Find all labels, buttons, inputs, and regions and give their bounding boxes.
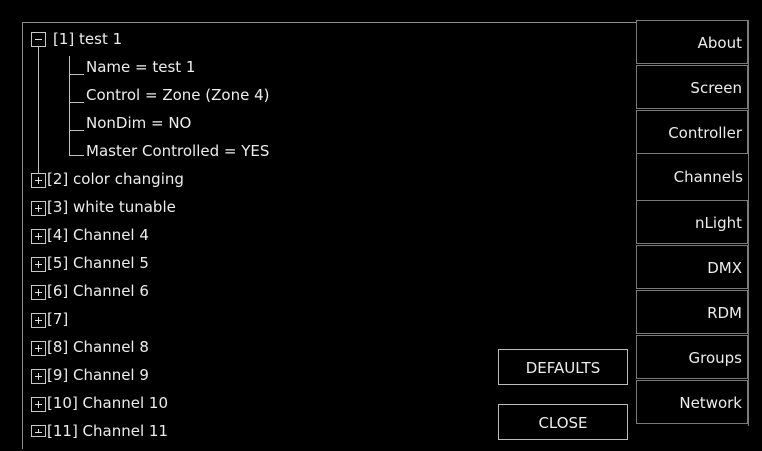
tree-leaf-nondim[interactable]: NonDim = NO <box>86 112 191 134</box>
tab-controller[interactable]: Controller <box>636 110 748 154</box>
tree-connector <box>38 47 39 173</box>
tree-node-4[interactable]: [4] Channel 4 <box>47 224 149 246</box>
expand-toggle-icon[interactable] <box>31 257 46 272</box>
tree-node-8[interactable]: [8] Channel 8 <box>47 336 149 358</box>
tree-connector <box>69 56 70 155</box>
expand-toggle-icon[interactable] <box>31 425 46 437</box>
tab-channels[interactable]: Channels <box>636 155 748 199</box>
tab-screen[interactable]: Screen <box>636 65 748 109</box>
tree-node-9[interactable]: [9] Channel 9 <box>47 364 149 386</box>
tab-nlight[interactable]: nLight <box>636 200 748 244</box>
tree-leaf-name[interactable]: Name = test 1 <box>86 56 195 78</box>
expand-toggle-icon[interactable] <box>31 201 46 216</box>
tab-rdm[interactable]: RDM <box>636 290 748 334</box>
collapse-toggle-icon[interactable] <box>31 32 46 47</box>
defaults-button[interactable]: DEFAULTS <box>498 349 628 385</box>
tree-node-5[interactable]: [5] Channel 5 <box>47 252 149 274</box>
tree-connector <box>69 155 84 156</box>
tree-leaf-control[interactable]: Control = Zone (Zone 4) <box>86 84 270 106</box>
tree-leaf-master-controlled[interactable]: Master Controlled = YES <box>86 140 269 162</box>
tab-about[interactable]: About <box>636 20 748 64</box>
expand-toggle-icon[interactable] <box>31 173 46 188</box>
expand-toggle-icon[interactable] <box>31 341 46 356</box>
tree-node-1[interactable]: [1] test 1 <box>53 28 122 50</box>
tree-node-3[interactable]: [3] white tunable <box>47 196 176 218</box>
tree-node-6[interactable]: [6] Channel 6 <box>47 280 149 302</box>
tab-divider <box>636 154 637 201</box>
tab-border <box>748 20 749 426</box>
expand-toggle-icon[interactable] <box>31 369 46 384</box>
tree-connector <box>69 130 84 131</box>
tree-connector <box>69 102 84 103</box>
expand-toggle-icon[interactable] <box>31 229 46 244</box>
tree-node-11[interactable]: [11] Channel 11 <box>47 420 168 442</box>
tab-groups[interactable]: Groups <box>636 335 748 379</box>
close-button[interactable]: CLOSE <box>498 404 628 440</box>
tab-network[interactable]: Network <box>636 380 748 424</box>
expand-toggle-icon[interactable] <box>31 397 46 412</box>
tree-connector <box>69 74 84 75</box>
tree-node-2[interactable]: [2] color changing <box>47 168 184 190</box>
tree-node-7[interactable]: [7] <box>47 308 68 330</box>
tree-node-10[interactable]: [10] Channel 10 <box>47 392 168 414</box>
expand-toggle-icon[interactable] <box>31 313 46 328</box>
expand-toggle-icon[interactable] <box>31 285 46 300</box>
tab-dmx[interactable]: DMX <box>636 245 748 289</box>
